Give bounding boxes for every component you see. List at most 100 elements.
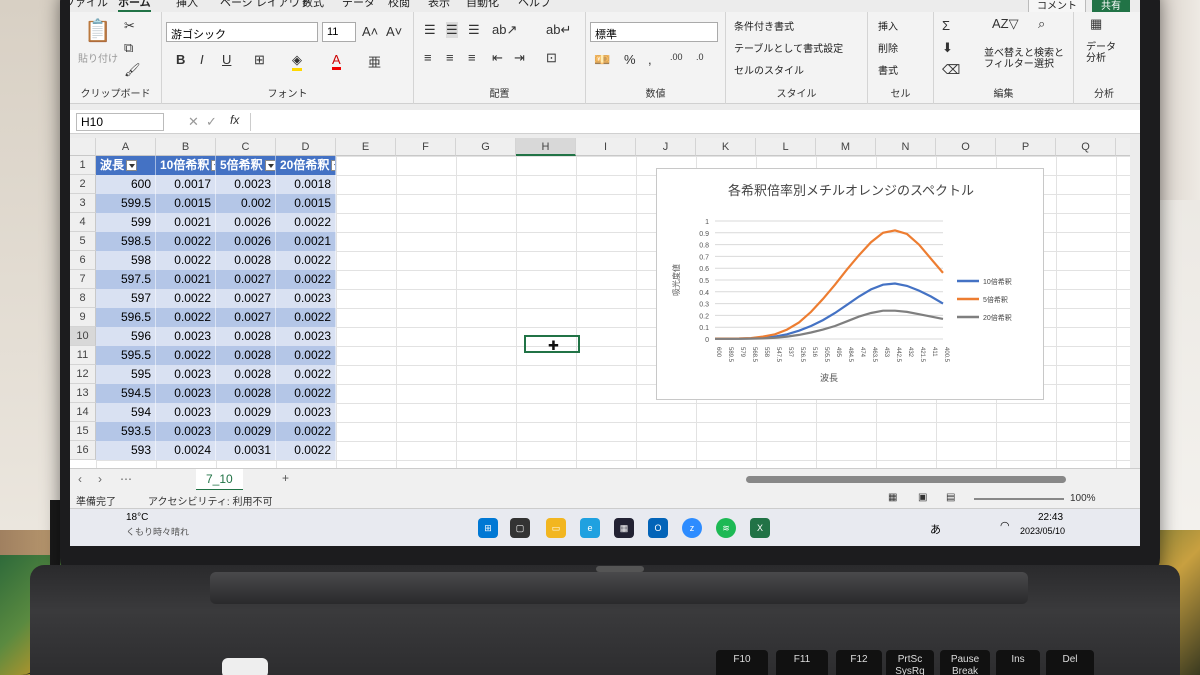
table-header-cell[interactable]: 5倍希釈: [216, 156, 276, 175]
align-left-icon[interactable]: ≡: [424, 50, 432, 65]
tab-page-layout[interactable]: ページ レイアウト: [220, 0, 311, 10]
formula-input[interactable]: [250, 113, 1132, 131]
conditional-format-button[interactable]: 条件付き書式: [734, 18, 794, 33]
copy-icon[interactable]: ⧉: [124, 40, 133, 56]
table-cell[interactable]: 0.0023: [276, 289, 336, 308]
table-cell[interactable]: 0.0022: [156, 346, 216, 365]
table-cell[interactable]: 0.0026: [216, 232, 276, 251]
delete-cells-button[interactable]: 削除: [878, 40, 898, 55]
table-cell[interactable]: 0.0017: [156, 175, 216, 194]
tab-insert[interactable]: 挿入: [176, 0, 198, 10]
ime-icon[interactable]: あ: [930, 521, 941, 537]
table-cell[interactable]: 0.0022: [156, 308, 216, 327]
table-cell[interactable]: 0.002: [216, 194, 276, 213]
keyboard-key[interactable]: Pause Break: [940, 650, 990, 675]
start-icon[interactable]: ⊞: [478, 518, 498, 538]
table-cell[interactable]: 0.0027: [216, 270, 276, 289]
table-cell[interactable]: 0.0023: [156, 403, 216, 422]
table-cell[interactable]: 596: [96, 327, 156, 346]
insert-function-icon[interactable]: fx: [230, 113, 239, 127]
sheet-tab-7-10[interactable]: 7_10: [196, 469, 243, 491]
prev-sheet-icon[interactable]: ‹: [78, 472, 82, 486]
zoom-slider[interactable]: [974, 498, 1064, 500]
table-cell[interactable]: 593: [96, 441, 156, 460]
add-sheet-icon[interactable]: +: [282, 471, 289, 485]
column-header[interactable]: R: [1116, 138, 1130, 156]
table-cell[interactable]: 595: [96, 365, 156, 384]
row-header[interactable]: 4: [70, 213, 96, 232]
table-cell[interactable]: 596.5: [96, 308, 156, 327]
row-header[interactable]: 12: [70, 365, 96, 384]
wifi-icon[interactable]: ◠: [1000, 519, 1010, 532]
table-cell[interactable]: 0.0026: [216, 213, 276, 232]
font-name-field[interactable]: 游ゴシック: [166, 22, 318, 42]
tab-formulas[interactable]: 数式: [302, 0, 324, 10]
table-cell[interactable]: 598: [96, 251, 156, 270]
table-cell[interactable]: 594: [96, 403, 156, 422]
column-header[interactable]: O: [936, 138, 996, 156]
row-header[interactable]: 1: [70, 156, 96, 175]
spectrum-chart[interactable]: 各希釈倍率別メチルオレンジのスペクトル 0 0.1 0.2 0.3 0.4 0.5 0.6 0.…: [656, 168, 1044, 400]
table-cell[interactable]: 0.0021: [156, 270, 216, 289]
weather-temp[interactable]: 18°C: [126, 512, 148, 523]
power-button[interactable]: [222, 658, 268, 675]
filter-dropdown-icon[interactable]: [264, 160, 275, 172]
increase-font-icon[interactable]: A˄: [362, 24, 378, 39]
table-cell[interactable]: 0.0022: [276, 270, 336, 289]
align-right-icon[interactable]: ≡: [468, 50, 476, 65]
row-header[interactable]: 5: [70, 232, 96, 251]
table-header-cell[interactable]: 10倍希釈: [156, 156, 216, 175]
select-all-corner[interactable]: [70, 138, 96, 156]
tab-file[interactable]: ファイル: [70, 0, 108, 10]
zoom-icon[interactable]: z: [682, 518, 702, 538]
table-cell[interactable]: 0.0027: [216, 289, 276, 308]
comma-icon[interactable]: ,: [648, 52, 652, 67]
tab-data[interactable]: データ: [342, 0, 375, 10]
format-as-table-button[interactable]: テーブルとして書式設定: [734, 40, 843, 55]
file-explorer-icon[interactable]: ▭: [546, 518, 566, 538]
keyboard-key[interactable]: F11: [776, 650, 828, 675]
column-header[interactable]: B: [156, 138, 216, 156]
column-header[interactable]: G: [456, 138, 516, 156]
excel-taskbar-icon[interactable]: X: [750, 518, 770, 538]
table-cell[interactable]: 594.5: [96, 384, 156, 403]
table-cell[interactable]: 0.0023: [276, 327, 336, 346]
table-cell[interactable]: 600: [96, 175, 156, 194]
column-header[interactable]: F: [396, 138, 456, 156]
decrease-decimal-icon[interactable]: .0: [696, 52, 704, 62]
table-cell[interactable]: 0.0022: [276, 213, 336, 232]
row-header[interactable]: 9: [70, 308, 96, 327]
task-view-icon[interactable]: ▢: [510, 518, 530, 538]
data-analysis-button[interactable]: データ 分析: [1086, 42, 1116, 64]
row-header[interactable]: 10: [70, 327, 96, 346]
cell-styles-button[interactable]: セルのスタイル: [734, 62, 804, 77]
table-cell[interactable]: 0.0028: [216, 251, 276, 270]
bold-icon[interactable]: B: [176, 52, 185, 67]
sort-filter-icon[interactable]: AZ▽: [992, 16, 1019, 32]
table-cell[interactable]: 593.5: [96, 422, 156, 441]
table-cell[interactable]: 0.0015: [276, 194, 336, 213]
keyboard-key[interactable]: Del: [1046, 650, 1094, 675]
row-header[interactable]: 11: [70, 346, 96, 365]
column-header[interactable]: K: [696, 138, 756, 156]
table-header-cell[interactable]: 20倍希釈: [276, 156, 336, 175]
cut-icon[interactable]: ✂: [124, 18, 135, 34]
align-bottom-icon[interactable]: ☰: [468, 22, 480, 38]
store-icon[interactable]: ▦: [614, 518, 634, 538]
row-header[interactable]: 2: [70, 175, 96, 194]
column-header[interactable]: Q: [1056, 138, 1116, 156]
row-header[interactable]: 13: [70, 384, 96, 403]
worksheet[interactable]: ABCDEFGHIJKLMNOPQR 123456789101112131415…: [70, 138, 1130, 468]
page-layout-view-icon[interactable]: ▣: [918, 492, 927, 503]
find-icon[interactable]: ⌕: [1038, 16, 1045, 32]
fill-color-icon[interactable]: ◈: [292, 52, 302, 71]
row-header[interactable]: 6: [70, 251, 96, 270]
table-header-cell[interactable]: 波長: [96, 156, 156, 175]
clock-date[interactable]: 2023/05/10: [1020, 526, 1065, 536]
weather-text[interactable]: くもり時々晴れ: [126, 525, 189, 538]
column-header[interactable]: N: [876, 138, 936, 156]
insert-cells-button[interactable]: 挿入: [878, 18, 898, 33]
tab-view[interactable]: 表示: [428, 0, 450, 10]
table-cell[interactable]: 0.0028: [216, 327, 276, 346]
zoom-level[interactable]: 100%: [1070, 493, 1096, 504]
